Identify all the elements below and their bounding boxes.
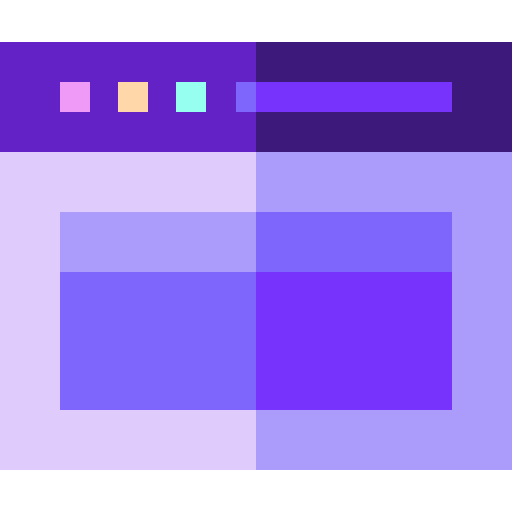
address-bar-shade [256,82,452,112]
maximize-dot-icon [176,82,206,112]
content-panel-shade [256,272,452,410]
address-bar [236,82,256,112]
content-header-shade [256,212,452,272]
close-dot-icon [60,82,90,112]
content-panel [60,272,256,410]
minimize-dot-icon [118,82,148,112]
content-header [60,212,256,272]
